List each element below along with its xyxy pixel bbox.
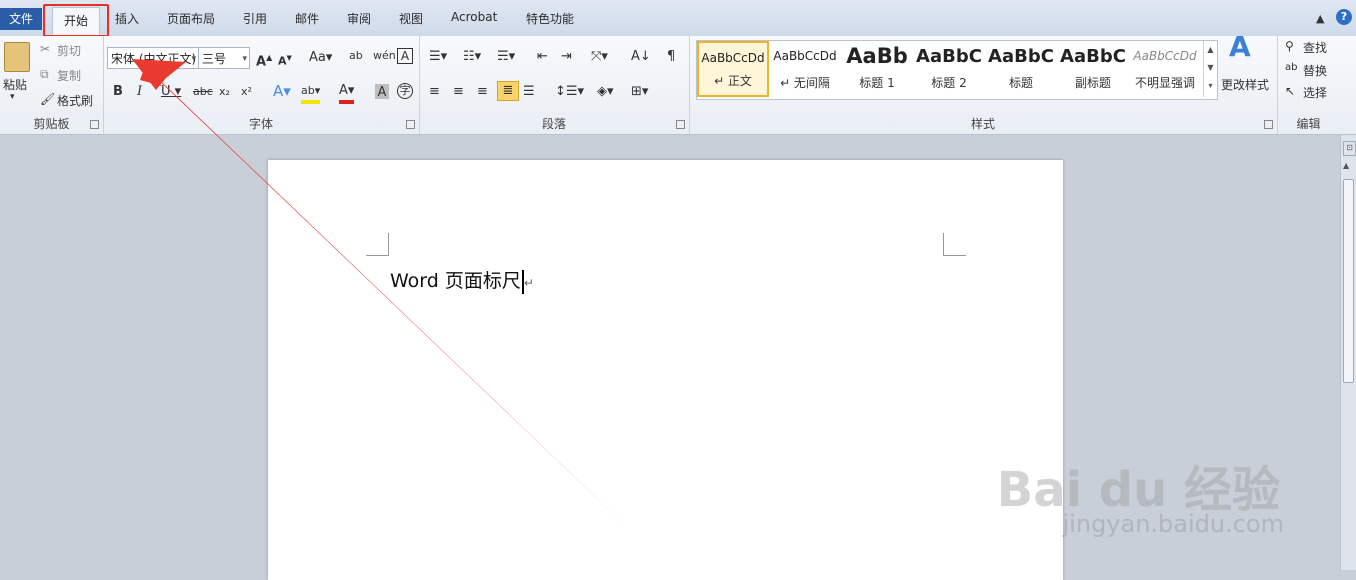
annotation-arrow — [132, 59, 628, 528]
arrow-shape — [132, 60, 628, 528]
arrow-head — [132, 59, 186, 90]
